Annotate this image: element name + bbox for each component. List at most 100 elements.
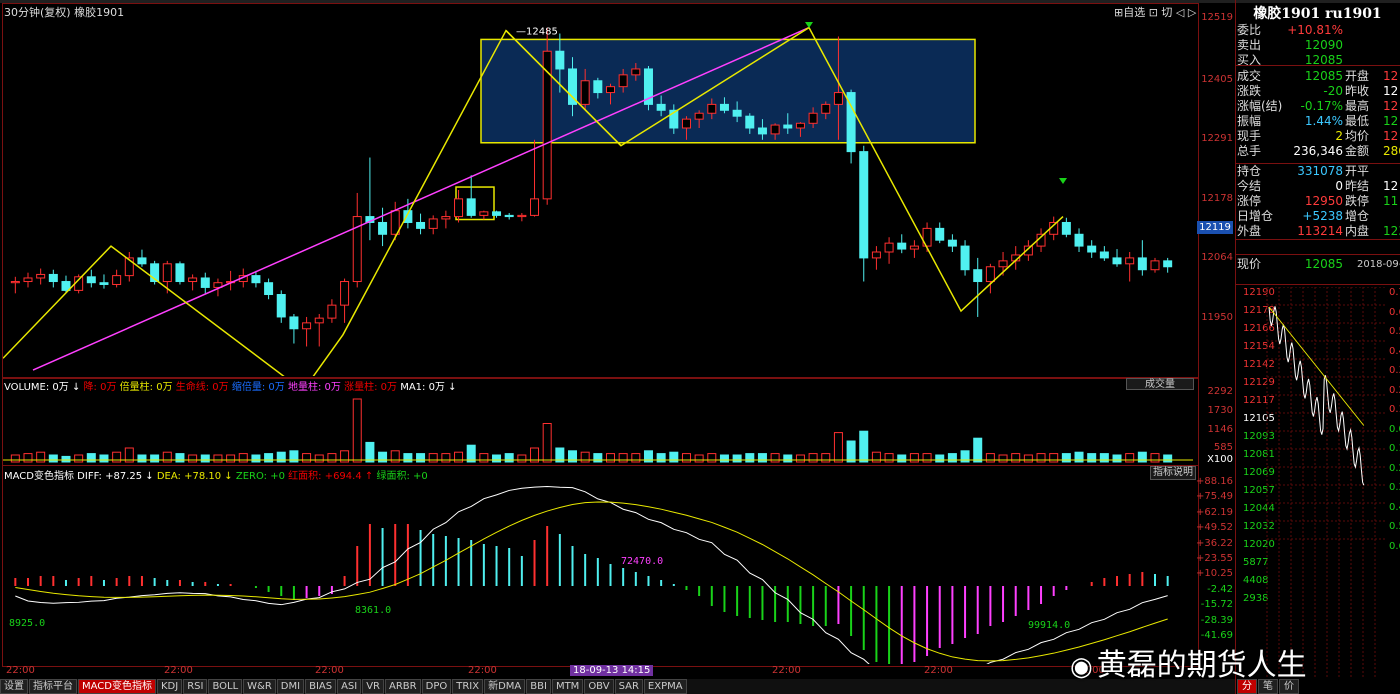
volume-bar xyxy=(378,451,388,463)
indicator-tab[interactable]: VR xyxy=(362,679,385,694)
volume-bar xyxy=(732,454,742,463)
indicator-tab[interactable]: DMI xyxy=(276,679,305,694)
quote-value: 123 xyxy=(1383,224,1400,238)
candle-body xyxy=(289,316,299,330)
macd-value-label: 8361.0 xyxy=(355,605,391,616)
volume-bar xyxy=(238,453,248,463)
candle-body xyxy=(378,221,388,235)
candle-body xyxy=(871,251,881,259)
quote-value: 12 xyxy=(1383,69,1399,83)
quote-value: +10.81% xyxy=(1287,23,1343,37)
indicator-tab[interactable]: 指标平台 xyxy=(29,679,77,694)
quote-value: 12085 xyxy=(1304,69,1343,83)
candle-body xyxy=(302,322,312,330)
volume-bar xyxy=(200,454,210,463)
time-tick: 22:00 xyxy=(924,665,953,676)
candlestick-chart[interactable]: —12485—11870 xyxy=(3,4,1197,376)
indicator-tab[interactable]: BOLL xyxy=(208,679,243,694)
indicator-tab[interactable]: 设置 xyxy=(0,679,28,694)
time-tick: 22:00 xyxy=(468,665,497,676)
volume-bar xyxy=(48,454,58,463)
candle-body xyxy=(580,80,590,105)
indicator-tab[interactable]: 新DMA xyxy=(484,679,526,694)
volume-bar xyxy=(922,453,932,463)
quote-value: +5238 xyxy=(1302,209,1343,223)
consolidation-box xyxy=(480,38,976,144)
volume-bar xyxy=(681,453,691,463)
candle-body xyxy=(973,269,983,283)
quote-row: 持仓 331078 开平 xyxy=(1237,164,1369,179)
volume-bar xyxy=(1087,453,1097,463)
candle-body xyxy=(137,257,147,265)
volume-bar xyxy=(909,453,919,463)
quote-label: 涨停 xyxy=(1237,194,1262,208)
candle-body xyxy=(542,50,552,200)
quote-label: 最低 xyxy=(1345,114,1370,128)
indicator-tab[interactable]: BBI xyxy=(526,679,551,694)
volume-bar xyxy=(327,453,337,463)
candle-body xyxy=(732,109,742,117)
volume-bar xyxy=(441,453,451,463)
indicator-tab[interactable]: EXPMA xyxy=(643,679,687,694)
indicator-tab[interactable]: DPO xyxy=(421,679,452,694)
current-label: 现价 xyxy=(1237,257,1262,271)
volume-bar xyxy=(492,454,502,463)
candle-body xyxy=(340,281,350,306)
volume-bar xyxy=(707,453,717,463)
candle-body xyxy=(909,245,919,250)
indicator-tab[interactable]: MTM xyxy=(551,679,584,694)
watermark-text: 黄磊的期货人生 xyxy=(1096,648,1307,683)
price-tick: 12405 xyxy=(1201,74,1233,85)
quote-row: 卖出 12090 xyxy=(1237,38,1343,53)
candle-body xyxy=(188,277,198,283)
volume-bar xyxy=(1125,453,1135,463)
candle-body xyxy=(884,242,894,253)
indicator-tab[interactable]: BIAS xyxy=(305,679,337,694)
indicator-tab[interactable]: ASI xyxy=(337,679,362,694)
quote-label: 外盘 xyxy=(1237,224,1262,238)
candle-body xyxy=(757,127,767,135)
candle-body xyxy=(416,221,426,229)
volume-bar xyxy=(669,451,679,463)
candle-body xyxy=(441,216,451,220)
candle-body xyxy=(783,124,793,129)
indicator-tab[interactable]: OBV xyxy=(584,679,614,694)
indicator-tab[interactable]: TRIX xyxy=(452,679,484,694)
volume-bar xyxy=(719,454,729,463)
volume-setting-button[interactable]: 成交量 xyxy=(1126,378,1194,390)
candle-body xyxy=(99,282,109,285)
candle-body xyxy=(10,281,20,284)
volume-bar xyxy=(162,451,172,463)
candle-body xyxy=(719,103,729,111)
indicator-tab[interactable]: RSI xyxy=(183,679,208,694)
indicator-tab[interactable]: KDJ xyxy=(156,679,183,694)
tick-minichart[interactable]: 12190 12178 12166 12154 12142 12129 12117 12105… xyxy=(1237,287,1400,677)
current-price-row: 现价 12085 2018-09-1 xyxy=(1237,257,1400,272)
macd-tick: +75.49 xyxy=(1195,491,1233,502)
tick-price-lines xyxy=(1266,287,1387,677)
indicator-tab[interactable]: SAR xyxy=(614,679,643,694)
quote-value: 12 xyxy=(1383,99,1399,113)
indicator-tabs: 设置 指标平台 MACD变色指标 KDJ RSI BOLL W&R DMI BIAS ASI VR A… xyxy=(0,679,1235,694)
diff-line xyxy=(15,486,1168,664)
time-axis: 22:00 22:00 22:00 22:00 18-09-13 14:15 2… xyxy=(2,665,1197,679)
volume-bar xyxy=(1163,454,1173,463)
volume-bar xyxy=(188,454,198,463)
quote-label: 跌停 xyxy=(1345,194,1370,208)
quote-label: 昨收 xyxy=(1345,84,1370,98)
quote-label: 内盘 xyxy=(1345,224,1370,238)
quote-value: 12 xyxy=(1383,129,1399,143)
quote-value: 236,346 xyxy=(1293,144,1343,158)
volume-bar xyxy=(428,453,438,463)
indicator-tab[interactable]: MACD变色指标 xyxy=(78,679,156,694)
quote-value: 331078 xyxy=(1297,164,1343,178)
macd-value-label: 72470.0 xyxy=(621,556,663,567)
quote-value: 12 xyxy=(1383,84,1399,98)
quote-label: 均价 xyxy=(1345,129,1370,143)
indicator-tab[interactable]: ARBR xyxy=(385,679,421,694)
current-value: 12085 xyxy=(1304,257,1343,271)
candle-body xyxy=(618,74,628,88)
indicator-tab[interactable]: W&R xyxy=(243,679,276,694)
candle-body xyxy=(770,124,780,135)
volume-bar xyxy=(251,454,261,463)
